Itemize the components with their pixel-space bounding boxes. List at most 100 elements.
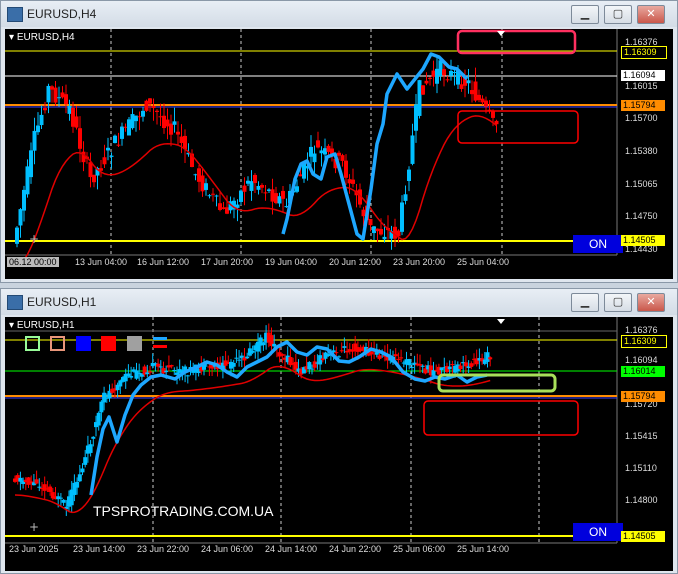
window-title: EURUSD,H4 [27, 7, 97, 21]
price-scale-label: 1.15065 [625, 179, 658, 189]
bull-candle [22, 189, 26, 211]
bull-candle [207, 195, 212, 197]
bull-candle [342, 346, 347, 348]
bear-candle [60, 92, 65, 98]
watermark: TPSPROTRADING.COM.UA [93, 503, 274, 519]
on-button[interactable]: ON [573, 235, 623, 253]
window-titlebar[interactable]: EURUSD,H4 ▁ ▢ ✕ [1, 1, 677, 27]
bull-candle [96, 412, 101, 426]
bear-candle [137, 116, 142, 118]
price-level-tag: 1.14505 [621, 531, 665, 542]
bull-candle [172, 121, 177, 125]
bull-candle [261, 342, 266, 346]
bear-candle [379, 228, 383, 235]
time-axis-label: 24 Jun 14:00 [265, 544, 318, 554]
bull-candle [438, 60, 443, 77]
bull-candle [237, 359, 242, 361]
dropdown-triangle-icon[interactable]: ▾ [9, 320, 14, 331]
bull-candle [25, 166, 30, 195]
restore-button[interactable]: ▢ [604, 5, 632, 24]
dropdown-triangle-icon[interactable]: ▾ [9, 32, 14, 43]
chart-area[interactable]: + ▾ EURUSD,H1 TPSPROTRADING.COM.UA ON 1.… [5, 317, 673, 571]
bear-candle [263, 192, 268, 194]
bull-candle [80, 468, 85, 473]
bear-candle [316, 140, 320, 148]
bear-candle [169, 123, 173, 135]
price-scale-label: 1.15700 [625, 113, 658, 123]
bull-candle [235, 204, 240, 208]
bear-candle [183, 135, 187, 150]
bear-candle [459, 84, 464, 89]
bear-candle [450, 364, 455, 366]
bull-candle [420, 365, 425, 367]
bear-candle [377, 355, 382, 359]
bull-candle [319, 150, 324, 154]
bear-candle [484, 100, 488, 107]
close-button[interactable]: ✕ [637, 293, 665, 312]
bear-candle [270, 189, 275, 202]
scroll-marker-icon [497, 31, 505, 36]
window-titlebar[interactable]: EURUSD,H1 ▁ ▢ ✕ [1, 289, 677, 315]
bear-candle [340, 155, 345, 161]
bear-candle [42, 484, 47, 491]
bear-candle [445, 79, 450, 81]
bear-candle [211, 193, 215, 195]
time-axis-label: 19 Jun 04:00 [265, 257, 318, 267]
bull-candle [58, 497, 63, 499]
bull-candle [113, 135, 117, 144]
close-button[interactable]: ✕ [637, 5, 665, 24]
bear-candle [162, 115, 166, 129]
bear-candle [43, 108, 47, 111]
bull-candle [99, 401, 104, 413]
bear-candle [470, 90, 474, 95]
price-scale-label: 1.15110 [625, 463, 657, 473]
bull-candle [185, 375, 190, 377]
bull-candle [277, 196, 282, 204]
color-swatch-blue[interactable] [76, 336, 91, 351]
price-level-tag: 1.15794 [621, 391, 665, 402]
bull-candle [172, 369, 177, 371]
bull-candle [164, 370, 169, 373]
bull-candle [382, 236, 387, 240]
bear-candle [242, 185, 247, 192]
bull-candle [231, 362, 236, 367]
color-swatch-salmon[interactable] [50, 336, 65, 351]
color-swatch-red[interactable] [101, 336, 116, 351]
time-axis-label: 06.12 00:00 [7, 257, 59, 267]
on-button[interactable]: ON [573, 523, 623, 541]
bear-candle [158, 116, 163, 118]
bear-candle [179, 136, 184, 143]
color-swatch-lightgreen[interactable] [25, 336, 40, 351]
minimize-button[interactable]: ▁ [571, 293, 599, 312]
minimize-button[interactable]: ▁ [571, 5, 599, 24]
bear-candle [165, 119, 170, 127]
bull-candle [67, 105, 72, 114]
bull-candle [435, 68, 439, 84]
chart-area[interactable]: + ▾ EURUSD,H4 ON 1.16376 1.16015 1.15700… [5, 29, 673, 279]
bull-candle [15, 227, 19, 244]
bull-candle [310, 368, 314, 370]
bear-candle [123, 126, 128, 128]
bull-candle [485, 352, 490, 362]
bull-candle [414, 104, 418, 131]
bear-candle [421, 85, 425, 95]
bear-candle [334, 352, 339, 354]
bull-candle [256, 185, 261, 190]
bull-candle [141, 110, 145, 117]
bear-candle [339, 350, 344, 352]
bear-candle [169, 365, 174, 367]
bear-candle [34, 479, 39, 484]
bull-candle [234, 357, 239, 359]
bear-candle [469, 363, 474, 367]
bear-candle [458, 365, 463, 370]
bull-candle [295, 186, 299, 192]
bear-candle [463, 362, 468, 367]
bear-candle [64, 94, 68, 105]
bull-candle [109, 155, 114, 157]
bull-candle [120, 126, 124, 139]
color-swatch-gray[interactable] [127, 336, 142, 351]
bull-candle [449, 70, 453, 76]
restore-button[interactable]: ▢ [604, 293, 632, 312]
price-level-tag: 1.15794 [621, 100, 665, 111]
bull-candle [88, 444, 93, 453]
